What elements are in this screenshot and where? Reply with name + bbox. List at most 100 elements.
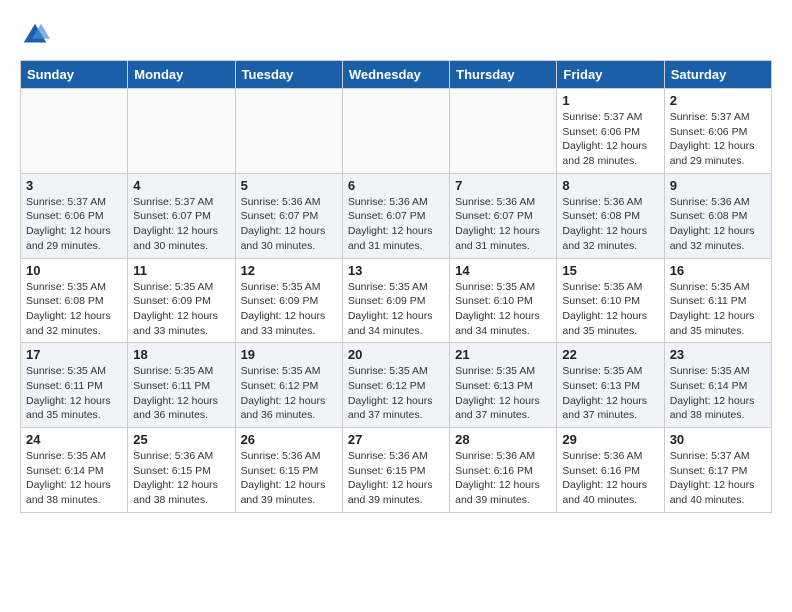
calendar-cell: 19 Sunrise: 5:35 AM Sunset: 6:12 PM Dayli… (235, 343, 342, 428)
calendar-cell: 23 Sunrise: 5:35 AM Sunset: 6:14 PM Dayli… (664, 343, 771, 428)
day-number: 5 (241, 178, 337, 193)
calendar-cell: 21 Sunrise: 5:35 AM Sunset: 6:13 PM Dayli… (450, 343, 557, 428)
logo (20, 20, 54, 50)
day-number: 7 (455, 178, 551, 193)
calendar-cell (342, 89, 449, 174)
calendar-cell: 4 Sunrise: 5:37 AM Sunset: 6:07 PM Daylig… (128, 173, 235, 258)
calendar-cell: 9 Sunrise: 5:36 AM Sunset: 6:08 PM Daylig… (664, 173, 771, 258)
day-info: Sunrise: 5:35 AM Sunset: 6:13 PM Dayligh… (562, 364, 658, 423)
weekday-header: Friday (557, 61, 664, 89)
calendar-cell: 12 Sunrise: 5:35 AM Sunset: 6:09 PM Dayli… (235, 258, 342, 343)
calendar-cell (450, 89, 557, 174)
day-info: Sunrise: 5:36 AM Sunset: 6:08 PM Dayligh… (562, 195, 658, 254)
day-info: Sunrise: 5:35 AM Sunset: 6:10 PM Dayligh… (562, 280, 658, 339)
calendar-cell: 10 Sunrise: 5:35 AM Sunset: 6:08 PM Dayli… (21, 258, 128, 343)
day-number: 23 (670, 347, 766, 362)
day-number: 27 (348, 432, 444, 447)
day-info: Sunrise: 5:35 AM Sunset: 6:12 PM Dayligh… (348, 364, 444, 423)
calendar-cell: 28Sunrise: 5:36 AM Sunset: 6:16 PM Dayli… (450, 428, 557, 513)
day-number: 12 (241, 263, 337, 278)
calendar-header-row: SundayMondayTuesdayWednesdayThursdayFrid… (21, 61, 772, 89)
day-number: 16 (670, 263, 766, 278)
day-number: 1 (562, 93, 658, 108)
day-info: Sunrise: 5:36 AM Sunset: 6:15 PM Dayligh… (348, 449, 444, 508)
day-info: Sunrise: 5:35 AM Sunset: 6:11 PM Dayligh… (26, 364, 122, 423)
calendar-cell: 14Sunrise: 5:35 AM Sunset: 6:10 PM Dayli… (450, 258, 557, 343)
calendar-cell: 16 Sunrise: 5:35 AM Sunset: 6:11 PM Dayli… (664, 258, 771, 343)
day-number: 26 (241, 432, 337, 447)
day-info: Sunrise: 5:36 AM Sunset: 6:07 PM Dayligh… (455, 195, 551, 254)
day-number: 17 (26, 347, 122, 362)
calendar-week-row: 17 Sunrise: 5:35 AM Sunset: 6:11 PM Dayli… (21, 343, 772, 428)
calendar-cell: 5Sunrise: 5:36 AM Sunset: 6:07 PM Daylig… (235, 173, 342, 258)
calendar-week-row: 10 Sunrise: 5:35 AM Sunset: 6:08 PM Dayli… (21, 258, 772, 343)
calendar-cell: 6 Sunrise: 5:36 AM Sunset: 6:07 PM Daylig… (342, 173, 449, 258)
day-number: 30 (670, 432, 766, 447)
day-info: Sunrise: 5:37 AM Sunset: 6:17 PM Dayligh… (670, 449, 766, 508)
day-number: 10 (26, 263, 122, 278)
calendar-table: SundayMondayTuesdayWednesdayThursdayFrid… (20, 60, 772, 513)
weekday-header: Wednesday (342, 61, 449, 89)
day-info: Sunrise: 5:36 AM Sunset: 6:15 PM Dayligh… (241, 449, 337, 508)
day-info: Sunrise: 5:36 AM Sunset: 6:16 PM Dayligh… (562, 449, 658, 508)
day-info: Sunrise: 5:35 AM Sunset: 6:14 PM Dayligh… (26, 449, 122, 508)
calendar-cell: 27 Sunrise: 5:36 AM Sunset: 6:15 PM Dayli… (342, 428, 449, 513)
calendar-week-row: 1 Sunrise: 5:37 AM Sunset: 6:06 PM Daylig… (21, 89, 772, 174)
day-info: Sunrise: 5:35 AM Sunset: 6:11 PM Dayligh… (133, 364, 229, 423)
day-number: 19 (241, 347, 337, 362)
day-info: Sunrise: 5:36 AM Sunset: 6:08 PM Dayligh… (670, 195, 766, 254)
calendar-cell: 3Sunrise: 5:37 AM Sunset: 6:06 PM Daylig… (21, 173, 128, 258)
day-number: 2 (670, 93, 766, 108)
day-info: Sunrise: 5:35 AM Sunset: 6:08 PM Dayligh… (26, 280, 122, 339)
calendar-cell: 20 Sunrise: 5:35 AM Sunset: 6:12 PM Dayli… (342, 343, 449, 428)
day-number: 8 (562, 178, 658, 193)
calendar-cell: 22 Sunrise: 5:35 AM Sunset: 6:13 PM Dayli… (557, 343, 664, 428)
calendar-cell: 18 Sunrise: 5:35 AM Sunset: 6:11 PM Dayli… (128, 343, 235, 428)
weekday-header: Tuesday (235, 61, 342, 89)
day-number: 20 (348, 347, 444, 362)
day-number: 15 (562, 263, 658, 278)
day-info: Sunrise: 5:35 AM Sunset: 6:12 PM Dayligh… (241, 364, 337, 423)
calendar-cell: 11Sunrise: 5:35 AM Sunset: 6:09 PM Dayli… (128, 258, 235, 343)
day-number: 14 (455, 263, 551, 278)
day-number: 6 (348, 178, 444, 193)
day-info: Sunrise: 5:35 AM Sunset: 6:09 PM Dayligh… (133, 280, 229, 339)
day-number: 18 (133, 347, 229, 362)
day-info: Sunrise: 5:36 AM Sunset: 6:07 PM Dayligh… (348, 195, 444, 254)
day-number: 4 (133, 178, 229, 193)
day-number: 25 (133, 432, 229, 447)
day-info: Sunrise: 5:35 AM Sunset: 6:13 PM Dayligh… (455, 364, 551, 423)
calendar-cell: 13 Sunrise: 5:35 AM Sunset: 6:09 PM Dayli… (342, 258, 449, 343)
calendar-cell: 1Sunrise: 5:37 AM Sunset: 6:06 PM Daylig… (557, 89, 664, 174)
day-info: Sunrise: 5:35 AM Sunset: 6:14 PM Dayligh… (670, 364, 766, 423)
calendar-cell: 26 Sunrise: 5:36 AM Sunset: 6:15 PM Dayli… (235, 428, 342, 513)
day-info: Sunrise: 5:35 AM Sunset: 6:11 PM Dayligh… (670, 280, 766, 339)
day-info: Sunrise: 5:37 AM Sunset: 6:06 PM Dayligh… (26, 195, 122, 254)
calendar-cell: 30 Sunrise: 5:37 AM Sunset: 6:17 PM Dayli… (664, 428, 771, 513)
day-number: 9 (670, 178, 766, 193)
calendar-cell (21, 89, 128, 174)
calendar-cell (235, 89, 342, 174)
day-number: 24 (26, 432, 122, 447)
weekday-header: Sunday (21, 61, 128, 89)
day-info: Sunrise: 5:36 AM Sunset: 6:15 PM Dayligh… (133, 449, 229, 508)
day-number: 13 (348, 263, 444, 278)
weekday-header: Saturday (664, 61, 771, 89)
weekday-header: Thursday (450, 61, 557, 89)
calendar-cell: 15 Sunrise: 5:35 AM Sunset: 6:10 PM Dayli… (557, 258, 664, 343)
day-number: 21 (455, 347, 551, 362)
calendar-cell: 25 Sunrise: 5:36 AM Sunset: 6:15 PM Dayli… (128, 428, 235, 513)
calendar-cell: 29 Sunrise: 5:36 AM Sunset: 6:16 PM Dayli… (557, 428, 664, 513)
day-info: Sunrise: 5:37 AM Sunset: 6:06 PM Dayligh… (670, 110, 766, 169)
day-info: Sunrise: 5:35 AM Sunset: 6:09 PM Dayligh… (241, 280, 337, 339)
day-number: 22 (562, 347, 658, 362)
day-info: Sunrise: 5:37 AM Sunset: 6:07 PM Dayligh… (133, 195, 229, 254)
calendar-cell: 17 Sunrise: 5:35 AM Sunset: 6:11 PM Dayli… (21, 343, 128, 428)
calendar-cell (128, 89, 235, 174)
calendar-week-row: 24 Sunrise: 5:35 AM Sunset: 6:14 PM Dayli… (21, 428, 772, 513)
calendar-cell: 24 Sunrise: 5:35 AM Sunset: 6:14 PM Dayli… (21, 428, 128, 513)
day-info: Sunrise: 5:35 AM Sunset: 6:09 PM Dayligh… (348, 280, 444, 339)
day-number: 29 (562, 432, 658, 447)
calendar-week-row: 3Sunrise: 5:37 AM Sunset: 6:06 PM Daylig… (21, 173, 772, 258)
day-info: Sunrise: 5:36 AM Sunset: 6:16 PM Dayligh… (455, 449, 551, 508)
